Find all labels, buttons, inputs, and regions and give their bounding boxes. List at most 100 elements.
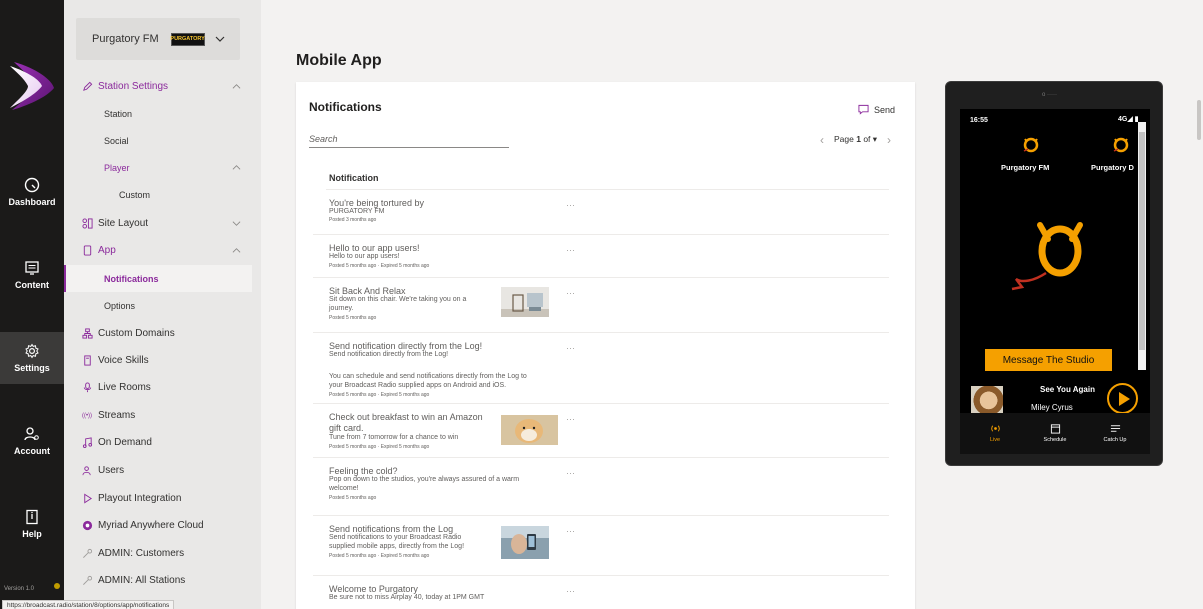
nav-label: Custom	[119, 189, 151, 200]
tab-catch-up[interactable]: Catch Up	[1085, 413, 1145, 453]
nav-users[interactable]: Users	[64, 457, 261, 484]
tab-label: Schedule	[1043, 437, 1067, 443]
table-row[interactable]: Send notifications from the Log Send not…	[313, 516, 889, 576]
table-row[interactable]: Feeling the cold? Pop on down to the stu…	[313, 458, 889, 516]
search-input[interactable]	[309, 130, 509, 148]
nav-station-settings[interactable]: Station Settings	[64, 73, 261, 100]
more-actions[interactable]: ···	[566, 288, 575, 298]
song-title: See You Again	[1040, 385, 1095, 394]
gear-icon	[25, 343, 39, 359]
station-picker[interactable]: Purgatory FM PURGATORY	[76, 18, 240, 60]
chevron-down-icon	[215, 36, 225, 42]
nav-notifications[interactable]: Notifications	[64, 265, 252, 292]
nav-app[interactable]: App	[64, 237, 261, 264]
nav-playout-integration[interactable]: Playout Integration	[64, 485, 261, 512]
broadcast-icon: ((•))	[81, 412, 93, 419]
nav-label: Live Rooms	[98, 382, 151, 393]
nav-streams[interactable]: ((•)) Streams	[64, 402, 261, 429]
notification-meta: Posted 5 months ago	[329, 315, 377, 321]
nav-label: Playout Integration	[98, 493, 182, 504]
rail-settings[interactable]: Settings	[0, 332, 64, 384]
tab-schedule[interactable]: Schedule	[1025, 413, 1085, 453]
table-row[interactable]: Hello to our app users! Hello to our app…	[313, 235, 889, 278]
nav-label: Myriad Anywhere Cloud	[98, 520, 204, 531]
more-actions[interactable]: ···	[566, 586, 575, 596]
send-button[interactable]: Send	[858, 104, 895, 115]
station-logo-icon[interactable]	[1020, 133, 1042, 155]
tab-live[interactable]: Live	[965, 413, 1025, 453]
nav-label: Custom Domains	[98, 328, 175, 339]
tab-label: Catch Up	[1103, 437, 1127, 443]
page-scrollbar[interactable]	[1196, 0, 1203, 609]
playlist-icon	[1110, 425, 1120, 432]
station-logo-icon[interactable]	[1110, 133, 1132, 155]
station-name: Purgatory FM	[92, 33, 159, 45]
nav-player[interactable]: Player	[64, 154, 261, 181]
station-name-1: Purgatory FM	[1001, 163, 1050, 172]
nav-admin-customers[interactable]: ADMIN: Customers	[64, 540, 261, 567]
nav-custom[interactable]: Custom	[64, 181, 261, 208]
content-icon	[25, 261, 39, 275]
nav-station[interactable]: Station	[64, 100, 261, 127]
notification-title: Feeling the cold?	[329, 466, 398, 476]
notification-title: Hello to our app users!	[329, 243, 420, 253]
rail-content[interactable]: Content	[0, 249, 64, 301]
message-studio-button[interactable]: Message The Studio	[985, 349, 1112, 371]
app-logo	[10, 62, 54, 110]
chevron-up-icon	[232, 165, 241, 170]
chevron-down-icon	[232, 221, 241, 226]
rail-help[interactable]: Help	[0, 498, 64, 550]
nav-live-rooms[interactable]: Live Rooms	[64, 374, 261, 401]
nav-options[interactable]: Options	[64, 292, 261, 319]
notification-body: Sit down on this chair. We're taking you…	[329, 296, 467, 303]
nav-on-demand[interactable]: On Demand	[64, 429, 261, 456]
more-actions[interactable]: ···	[566, 343, 575, 353]
nav-social[interactable]: Social	[64, 127, 261, 154]
nav-site-layout[interactable]: Site Layout	[64, 210, 261, 237]
notification-title: Sit Back And Relax	[329, 286, 406, 296]
phone-camera: o ·····	[1042, 92, 1057, 98]
chevron-right-icon[interactable]: ›	[885, 133, 893, 147]
table-row[interactable]: You're being tortured by PURGATORY FM Po…	[313, 190, 889, 235]
phone-scrollbar[interactable]	[1138, 122, 1146, 370]
phone-preview: o ····· 16:55 4G◢ ▮ Purgatory FM Purgato…	[945, 81, 1163, 466]
table-row[interactable]: Sit Back And Relax Sit down on this chai…	[313, 278, 889, 333]
notifications-card: Notifications Send ‹ Page 1 of ▾ › Notif…	[296, 82, 915, 609]
help-book-icon	[26, 509, 38, 525]
station-name-2: Purgatory D	[1091, 163, 1134, 172]
nav-custom-domains[interactable]: Custom Domains	[64, 320, 261, 347]
nav-label: Social	[104, 135, 129, 146]
rail-label: Content	[15, 280, 49, 290]
play-button-icon[interactable]	[1107, 383, 1138, 414]
more-actions[interactable]: ···	[566, 526, 575, 536]
more-actions[interactable]: ···	[566, 200, 575, 210]
phone-screen: 16:55 4G◢ ▮ Purgatory FM Purgatory D Mes…	[960, 109, 1150, 454]
nav-admin-all-stations[interactable]: ADMIN: All Stations	[64, 567, 261, 594]
more-actions[interactable]: ···	[566, 414, 575, 424]
key-icon	[81, 548, 93, 560]
chevron-up-icon	[232, 84, 241, 89]
table-row[interactable]: Send notification directly from the Log!…	[313, 333, 889, 404]
nav-label: App	[98, 245, 116, 256]
notification-meta: Posted 5 months ago · Expired 5 months a…	[329, 444, 430, 450]
nav-voice-skills[interactable]: Voice Skills	[64, 347, 261, 374]
notification-dot	[54, 583, 60, 589]
rail-dashboard[interactable]: Dashboard	[0, 166, 64, 218]
rail-account[interactable]: Account	[0, 415, 64, 467]
key-icon	[81, 575, 93, 587]
notification-body: Hello to our app users!	[329, 253, 400, 260]
more-actions[interactable]: ···	[566, 468, 575, 478]
table-row[interactable]: Welcome to Purgatory Be sure not to miss…	[313, 576, 889, 609]
table-row[interactable]: Check out breakfast to win an Amazon gif…	[313, 404, 889, 458]
chevron-left-icon[interactable]: ‹	[818, 133, 826, 147]
phone-icon	[81, 245, 93, 257]
more-actions[interactable]: ···	[566, 245, 575, 255]
nav-myriad-anywhere[interactable]: Myriad Anywhere Cloud	[64, 512, 261, 539]
scroll-thumb[interactable]	[1197, 100, 1201, 140]
page-selector[interactable]: Page 1 of ▾	[834, 134, 877, 145]
users-icon	[81, 465, 93, 477]
scroll-thumb[interactable]	[1139, 132, 1145, 350]
rail-label: Help	[22, 529, 42, 539]
nav-label: Streams	[98, 410, 136, 421]
notification-title: Check out breakfast to win an Amazon	[329, 412, 483, 422]
